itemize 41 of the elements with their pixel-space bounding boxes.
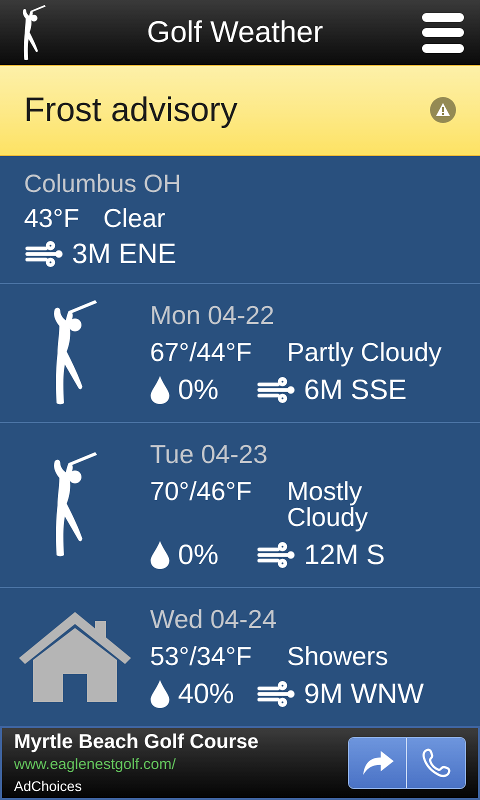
forecast-condition: Partly Cloudy — [287, 339, 443, 365]
alert-text: Frost advisory — [24, 90, 238, 131]
forecast-date: Wed 04-24 — [150, 603, 278, 636]
temperature-range: 70°/46°F — [150, 478, 253, 504]
current-condition: Clear — [103, 202, 166, 235]
raindrop-icon — [150, 541, 170, 569]
precipitation-chance: 40% — [178, 677, 236, 711]
forecast-date: Mon 04-22 — [150, 299, 276, 332]
share-arrow-icon — [362, 751, 394, 775]
wind-icon — [256, 542, 296, 568]
wind-icon — [256, 681, 296, 707]
forecast-wind: 12M S — [304, 538, 385, 572]
ad-link[interactable]: www.eaglenestgolf.com/ — [14, 754, 259, 776]
raindrop-icon — [150, 376, 170, 404]
menu-button[interactable] — [422, 12, 464, 53]
directions-button[interactable] — [349, 738, 407, 788]
forecast-condition: Showers — [287, 643, 390, 669]
app-title: Golf Weather — [146, 15, 324, 52]
ad-choices-label[interactable]: AdChoices — [14, 776, 259, 796]
warning-icon — [430, 97, 456, 124]
phone-icon — [421, 748, 451, 778]
forecast-wind: 6M SSE — [304, 373, 407, 407]
alert-banner[interactable]: Frost advisory — [0, 65, 480, 156]
wind-icon — [256, 377, 296, 403]
call-button[interactable] — [407, 738, 465, 788]
forecast-condition: Mostly Cloudy — [287, 478, 369, 530]
ad-title: Myrtle Beach Golf Course — [14, 730, 259, 754]
house-icon — [19, 612, 131, 702]
forecast-wind: 9M WNW — [304, 677, 424, 711]
ad-banner[interactable]: Myrtle Beach Golf Course www.eaglenestgolf.com/ AdChoices — [0, 726, 480, 800]
current-temperature: 43°F — [24, 202, 80, 235]
current-wind: 3M ENE — [72, 236, 176, 271]
location-name: Columbus OH — [24, 168, 182, 200]
golfer-logo-icon — [20, 4, 48, 61]
temperature-range: 53°/34°F — [150, 643, 253, 669]
raindrop-icon — [150, 680, 170, 708]
forecast-date: Tue 04-23 — [150, 438, 269, 471]
precipitation-chance: 0% — [178, 373, 220, 407]
temperature-range: 67°/44°F — [150, 339, 253, 365]
wind-icon — [24, 240, 64, 267]
precipitation-chance: 0% — [178, 538, 220, 572]
